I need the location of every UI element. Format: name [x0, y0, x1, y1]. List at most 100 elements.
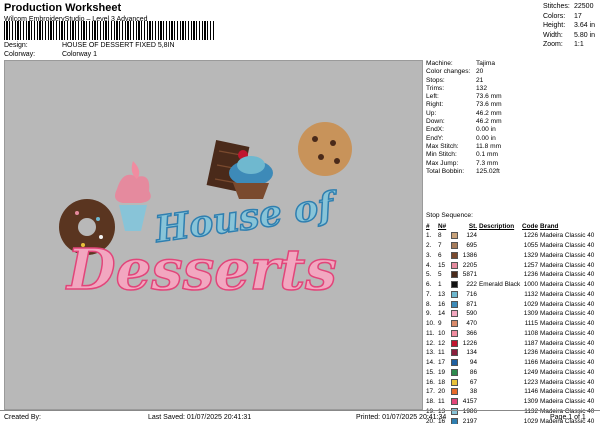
stop-row: 5. 5 5871 1236 Madeira Classic 40 [426, 270, 599, 280]
spec-key: Down: [426, 118, 445, 126]
stitch-count: 871 [466, 300, 477, 308]
thread-code: 1000 [523, 281, 538, 289]
stop-number: 16. [426, 378, 435, 386]
thread-code: 1249 [523, 368, 538, 376]
summary-row: Width: 5.80 in [543, 31, 599, 41]
thread-brand: Madeira Classic 40 [540, 232, 595, 240]
stop-row: 14. 17 94 1166 Madeira Classic 40 [426, 358, 599, 368]
stitch-count: 222 [466, 281, 477, 289]
spec-row: Max Jump: 7.3 mm [426, 160, 598, 168]
stop-number: 6. [426, 281, 432, 289]
spec-value: 73.6 mm [476, 101, 502, 109]
stop-number: 13. [426, 349, 435, 357]
spec-key: Total Bobbin: [426, 167, 465, 175]
thread-brand: Madeira Classic 40 [540, 290, 595, 298]
summary-key: Colors: [543, 12, 566, 20]
summary-key: Width: [543, 31, 563, 39]
stitch-count: 5871 [462, 271, 477, 279]
color-swatch [451, 398, 461, 406]
embroidery-design: House of Desserts [59, 122, 352, 304]
last-saved: Last Saved: 01/07/2025 20:41:31 [148, 414, 252, 421]
thread-brand: Madeira Classic 40 [540, 349, 595, 357]
stop-number: 12. [426, 339, 435, 347]
summary-key: Height: [543, 22, 566, 29]
spec-key: Left: [426, 93, 439, 101]
design-label: Design: [4, 42, 28, 49]
spec-value: 132 [476, 84, 488, 92]
thread-description: Emerald Black [479, 281, 521, 289]
spec-row: Total Bobbin: 125.02ft [426, 168, 598, 176]
stitch-count: 4157 [462, 398, 477, 406]
thread-code: 1309 [523, 398, 538, 406]
summary-value: 3.64 in [574, 22, 596, 29]
stitch-count: 38 [469, 388, 477, 396]
color-swatch [451, 232, 461, 240]
thread-code: 1187 [524, 339, 538, 347]
thread-code: 1226 [523, 232, 538, 240]
spec-value: Tajima [476, 60, 496, 67]
thread-brand: Madeira Classic 40 [540, 388, 595, 396]
spec-row: Up: 46.2 mm [426, 110, 598, 118]
machine-specs: Machine: Tajima Color changes: 20 Stops: 21 Tr… [426, 60, 598, 176]
design-title-bottom: Desserts [65, 237, 337, 303]
stop-row: 13. 11 134 1236 Madeira Classic 40 [426, 348, 599, 358]
created-by: Created By: [4, 414, 41, 421]
stop-number: 10. [426, 320, 435, 328]
page-number: Page 1 of 1 [550, 414, 586, 421]
spec-row: EndX: 0.00 in [426, 126, 598, 134]
thread-code: 1257 [523, 261, 538, 269]
thread-code: 1236 [523, 349, 538, 357]
summary-value: 22500 [574, 3, 594, 10]
stitch-count: 695 [466, 242, 477, 250]
thread-brand: Madeira Classic 40 [540, 398, 595, 406]
col-description: Description [479, 223, 515, 230]
stop-sequence-table: # N# St. Description Code Brand 1. 8 124 12… [426, 222, 599, 424]
spec-row: Right: 73.6 mm [426, 101, 598, 109]
stitch-count: 470 [466, 320, 477, 328]
col-number: # [426, 223, 430, 230]
spec-row: Color changes: 20 [426, 68, 598, 76]
color-swatch [451, 378, 461, 386]
stop-number: 8. [426, 300, 432, 308]
colorway-name: Colorway 1 [62, 51, 98, 58]
stop-row: 10. 9 470 1115 Madeira Classic 40 [426, 319, 599, 329]
thread-code: 1108 [524, 329, 538, 337]
needle-number: 5 [438, 271, 442, 279]
stop-row: 2. 7 695 1055 Madeira Classic 40 [426, 241, 599, 251]
color-swatch [451, 349, 461, 357]
stitch-count: 590 [466, 310, 477, 318]
col-needle: N# [438, 223, 447, 230]
stop-row: 4. 15 2205 1257 Madeira Classic 40 [426, 260, 599, 270]
needle-number: 6 [438, 251, 442, 259]
color-swatch [451, 242, 461, 250]
spec-row: Machine: Tajima [426, 60, 598, 68]
color-swatch [451, 310, 461, 318]
cupcake-graphic [115, 161, 151, 231]
thread-brand: Madeira Classic 40 [540, 251, 595, 259]
thread-code: 1055 [523, 242, 538, 250]
stop-number: 7. [426, 290, 432, 298]
spec-key: Max Stitch: [426, 142, 459, 150]
needle-number: 20 [438, 388, 446, 396]
stop-number: 2. [426, 242, 432, 250]
thread-code: 1146 [524, 388, 538, 396]
needle-number: 14 [438, 310, 446, 318]
needle-number: 13 [438, 290, 446, 298]
summary-row: Height: 3.64 in [543, 21, 599, 31]
summary-row: Stitches: 22500 [543, 2, 599, 12]
summary-key: Stitches: [543, 3, 570, 10]
spec-key: Color changes: [426, 68, 471, 76]
barcode [4, 21, 214, 40]
color-swatch [451, 290, 461, 298]
needle-number: 18 [438, 378, 446, 386]
needle-number: 19 [438, 368, 446, 376]
stop-row: 16. 18 67 1223 Madeira Classic 40 [426, 377, 599, 387]
spec-value: 21 [476, 76, 484, 84]
spec-key: Right: [426, 101, 444, 109]
spec-value: 20 [476, 68, 484, 76]
stop-number: 17. [426, 388, 435, 396]
color-swatch [451, 300, 461, 308]
spec-value: 0.00 in [476, 126, 496, 134]
needle-number: 1 [438, 281, 442, 289]
spec-value: 0.1 mm [476, 151, 498, 159]
